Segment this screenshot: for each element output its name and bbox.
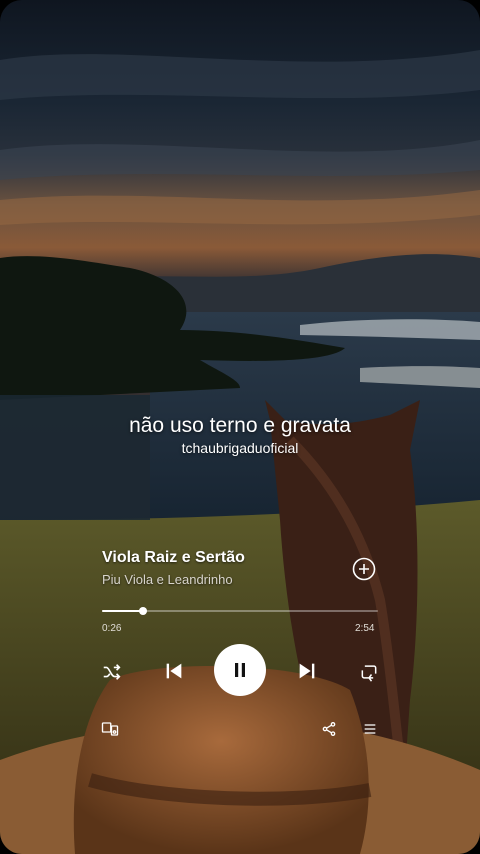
skip-next-icon	[299, 663, 315, 679]
repeat-icon	[361, 665, 377, 682]
add-to-library-button[interactable]	[352, 557, 376, 581]
previous-button[interactable]	[162, 659, 186, 683]
share-button[interactable]	[320, 720, 338, 738]
pause-icon	[235, 663, 245, 677]
progress-fill	[102, 610, 144, 612]
track-title[interactable]: Viola Raiz e Sertão	[102, 549, 245, 567]
track-artist[interactable]: Piu Viola e Leandrinho	[102, 572, 233, 587]
repeat-button[interactable]	[357, 660, 381, 684]
next-button[interactable]	[295, 659, 319, 683]
total-duration: 2:54	[355, 623, 375, 634]
player-screen: não uso terno e gravata tchaubrigaduofic…	[0, 0, 480, 854]
progress-bar[interactable]	[102, 607, 378, 615]
skip-previous-icon	[166, 663, 182, 679]
lyric-account-handle: tchaubrigaduoficial	[181, 440, 299, 456]
share-icon	[322, 722, 336, 736]
pause-button[interactable]	[214, 644, 266, 696]
connect-device-icon	[101, 722, 119, 736]
elapsed-time: 0:26	[102, 623, 122, 634]
connect-device-button[interactable]	[100, 719, 120, 739]
lyric-line: não uso terno e gravata	[129, 414, 351, 437]
queue-icon	[364, 724, 376, 734]
add-circle-icon	[352, 557, 376, 581]
shuffle-icon	[103, 664, 121, 680]
shuffle-button[interactable]	[100, 660, 124, 684]
queue-button[interactable]	[361, 720, 379, 738]
